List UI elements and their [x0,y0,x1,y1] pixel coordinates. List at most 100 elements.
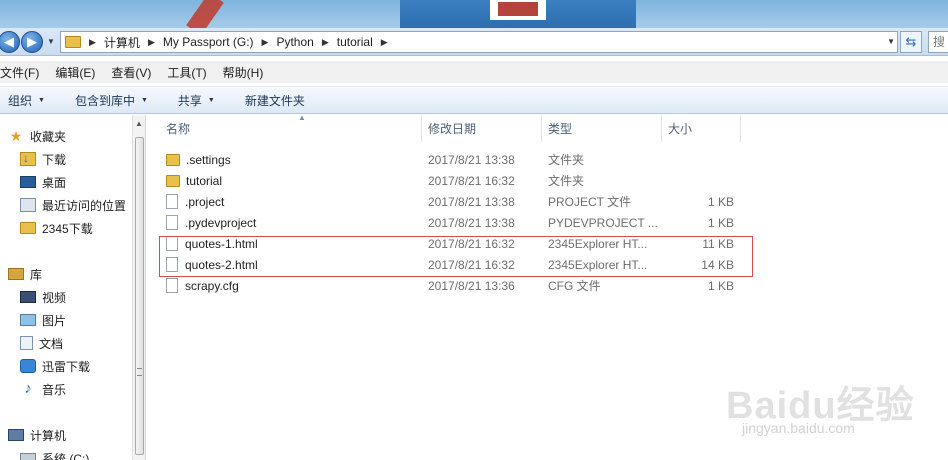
sidebar-item-documents[interactable]: 文档 [20,333,63,353]
file-type: 文件夹 [548,153,585,167]
address-bar[interactable]: ▶ 计算机 ▶ My Passport (G:) ▶ Python ▶ tuto… [60,31,898,53]
column-header-label: 名称 [166,122,191,136]
breadcrumb-python[interactable]: Python [276,35,313,49]
breadcrumb-computer[interactable]: 计算机 [104,34,140,51]
file-type: PYDEVPROJECT ... [548,215,658,230]
sidebar-item-downloads[interactable]: 下载 [20,149,66,169]
picture-library-icon [20,314,36,326]
sidebar-item-2345-downloads[interactable]: 2345下载 [20,218,93,238]
file-name: .project [185,194,225,209]
background-decoration [498,2,538,16]
sidebar-label: 图片 [42,313,67,328]
table-row[interactable]: scrapy.cfg 2017/8/21 13:36 CFG 文件 1 KB [156,275,746,296]
column-header-name[interactable]: 名称 ▲ [160,113,422,142]
forward-button[interactable]: ▶ [21,31,43,53]
address-history-dropdown[interactable]: ▼ [887,37,895,46]
folder-icon [166,153,180,166]
sidebar-item-videos[interactable]: 视频 [20,287,66,307]
include-in-library-label: 包含到库中 [74,93,135,108]
menu-help[interactable]: 帮助(H) [223,64,264,81]
scrollbar-grip [137,368,142,376]
column-header-size[interactable]: 大小 [662,115,741,142]
folder-icon [65,36,81,48]
sidebar-libraries[interactable]: 库 [8,264,42,284]
column-header-date[interactable]: 修改日期 [422,115,542,142]
menu-view[interactable]: 查看(V) [111,64,151,81]
computer-icon [8,429,24,441]
annotation-highlight-box [159,236,753,277]
folder-icon [166,174,180,187]
thunder-download-icon [20,359,36,373]
file-date: 2017/8/21 13:38 [428,152,515,167]
file-name: .settings [186,152,231,167]
sidebar-item-pictures[interactable]: 图片 [20,310,66,330]
search-input[interactable]: 搜 [928,31,948,53]
file-size: 1 KB [707,215,734,230]
share-button[interactable]: 共享 ▼ [178,92,215,109]
sidebar-item-music[interactable]: ♪ 音乐 [20,379,66,399]
chevron-right-icon[interactable]: ▶ [262,37,269,48]
column-header-label: 大小 [668,122,693,136]
desktop-icon [20,176,36,188]
file-name: tutorial [186,173,223,188]
file-size: 1 KB [707,194,734,209]
sidebar-label: 最近访问的位置 [42,198,127,213]
organize-button[interactable]: 组织 ▼ [8,92,45,109]
chevron-right-icon[interactable]: ▶ [148,37,155,48]
new-folder-button[interactable]: 新建文件夹 [245,92,305,109]
chevron-right-icon[interactable]: ▶ [322,37,329,48]
scroll-up-arrow-icon[interactable]: ▲ [135,119,143,128]
table-row[interactable]: .pydevproject 2017/8/21 13:38 PYDEVPROJE… [156,212,746,233]
share-label: 共享 [177,93,202,108]
include-in-library-button[interactable]: 包含到库中 ▼ [75,92,148,109]
file-icon [166,278,178,293]
breadcrumb-drive[interactable]: My Passport (G:) [163,35,254,49]
sidebar-label: 下载 [42,152,67,167]
chevron-down-icon: ▼ [38,96,45,104]
sidebar-item-desktop[interactable]: 桌面 [20,172,66,192]
sidebar-label: 音乐 [42,382,67,397]
file-name-cell: .pydevproject [166,212,256,233]
sidebar-item-recent[interactable]: 最近访问的位置 [20,195,126,215]
sidebar-label: 视频 [42,290,67,305]
sidebar-label: 库 [30,267,43,282]
file-size [676,149,734,170]
file-name-cell: scrapy.cfg [166,275,239,296]
menu-file[interactable]: 文件(F) [0,64,39,81]
table-row[interactable]: .project 2017/8/21 13:38 PROJECT 文件 1 KB [156,191,746,212]
scrollbar-thumb[interactable] [135,137,144,455]
sidebar-item-thunder-downloads[interactable]: 迅雷下载 [20,356,90,376]
chevron-right-icon[interactable]: ▶ [381,37,388,48]
file-date: 2017/8/21 13:38 [428,215,515,230]
file-date: 2017/8/21 13:36 [428,278,515,293]
new-folder-label: 新建文件夹 [244,93,305,108]
organize-label: 组织 [8,93,33,108]
refresh-button[interactable]: ⇆ [900,31,922,53]
navigation-pane: ★ 收藏夹 下载 桌面 最近访问的位置 2345下载 库 视频 图片 文档 迅雷… [0,115,132,460]
star-icon: ★ [9,128,23,144]
sidebar-computer[interactable]: 计算机 [8,425,66,445]
column-header-type[interactable]: 类型 [542,115,662,142]
sidebar-favorites[interactable]: ★ 收藏夹 [8,126,66,146]
sidebar-label: 系统 (C:) [42,451,90,460]
menu-edit[interactable]: 编辑(E) [55,64,95,81]
file-icon [166,215,178,230]
menu-tools[interactable]: 工具(T) [167,64,206,81]
breadcrumb-tutorial[interactable]: tutorial [337,35,373,49]
recent-places-icon [20,198,36,212]
file-size: 1 KB [707,278,734,293]
table-row[interactable]: .settings 2017/8/21 13:38 文件夹 [156,149,746,170]
sidebar-label: 收藏夹 [30,129,67,144]
file-name-cell: tutorial [166,170,222,191]
back-button[interactable]: ◀ [0,31,20,53]
table-row[interactable]: tutorial 2017/8/21 16:32 文件夹 [156,170,746,191]
file-size [676,170,734,191]
recent-pages-dropdown[interactable]: ▼ [47,37,55,46]
sidebar-item-drive-c[interactable]: 系统 (C:) [20,448,89,460]
file-name: .pydevproject [185,215,257,230]
navigation-scrollbar[interactable]: ▲ [132,115,146,460]
column-header-label: 类型 [548,122,573,136]
chevron-right-icon[interactable]: ▶ [89,37,96,48]
file-name-cell: .project [166,191,224,212]
library-icon [8,268,24,280]
